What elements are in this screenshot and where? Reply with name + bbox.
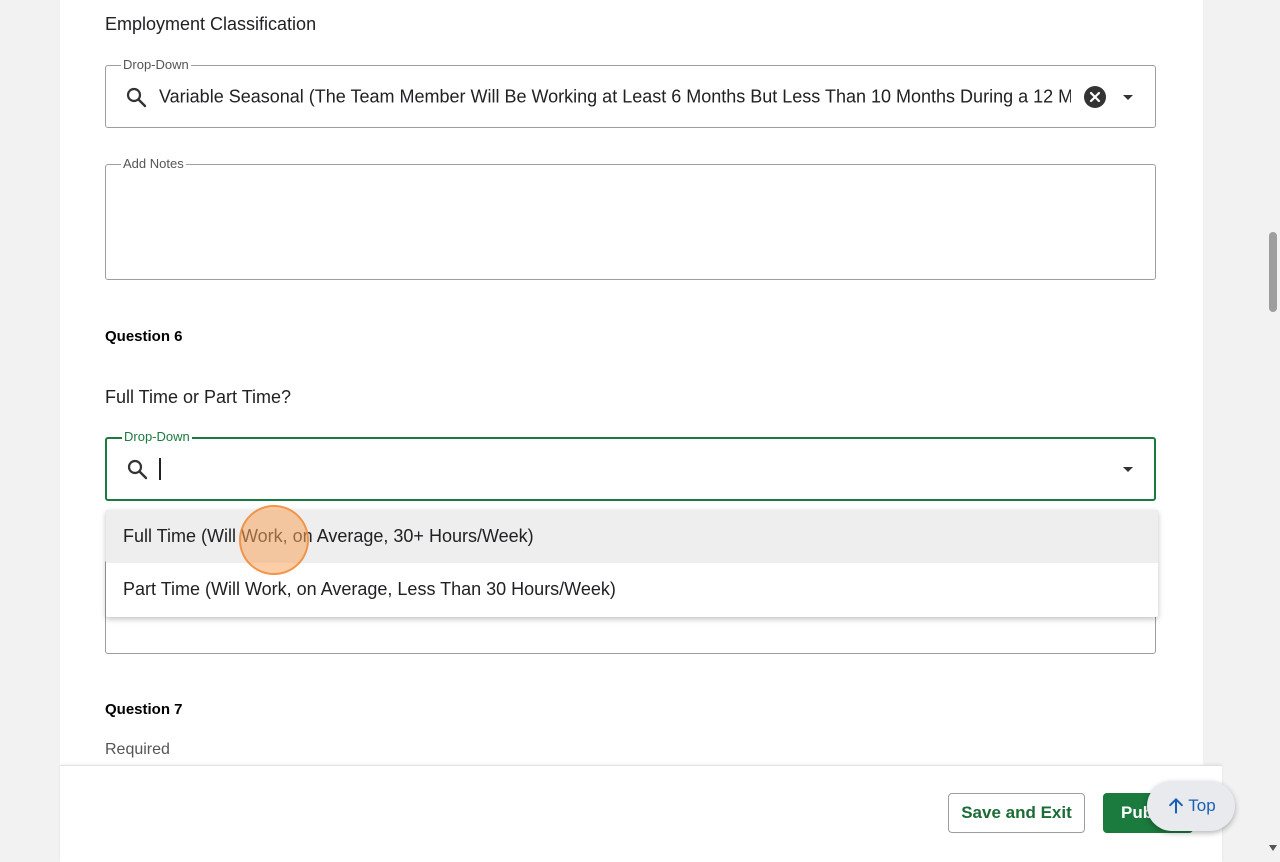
search-icon bbox=[127, 459, 148, 480]
arrow-up-icon bbox=[1169, 798, 1184, 814]
save-and-exit-button[interactable]: Save and Exit bbox=[948, 793, 1085, 833]
scroll-down-arrow-icon[interactable] bbox=[1268, 843, 1278, 853]
text-cursor bbox=[159, 458, 161, 480]
question-7-label: Question 7 bbox=[105, 701, 183, 718]
top-label: Top bbox=[1188, 796, 1216, 815]
dropdown-label: Drop-Down bbox=[122, 429, 192, 444]
page-scrollbar[interactable] bbox=[1266, 0, 1280, 861]
click-indicator bbox=[239, 505, 309, 575]
required-label: Required bbox=[105, 741, 170, 758]
question-6-label: Question 6 bbox=[105, 328, 183, 345]
chevron-down-icon[interactable] bbox=[1116, 457, 1140, 481]
dropdown-label: Drop-Down bbox=[121, 57, 191, 72]
employment-classification-title: Employment Classification bbox=[105, 14, 317, 34]
add-notes-label: Add Notes bbox=[121, 156, 186, 171]
footer-action-bar: Save and Exit Publish bbox=[60, 765, 1222, 862]
employment-classification-dropdown[interactable]: Drop-Down Variable Seasonal (The Team Me… bbox=[105, 58, 1156, 128]
clear-icon[interactable] bbox=[1083, 85, 1107, 109]
back-to-top-button[interactable]: Top bbox=[1147, 781, 1235, 831]
add-notes-textarea[interactable]: Add Notes bbox=[105, 157, 1156, 280]
search-icon bbox=[126, 87, 147, 107]
chevron-down-icon[interactable] bbox=[1116, 85, 1140, 109]
form-card bbox=[60, 0, 1203, 861]
full-or-part-time-title: Full Time or Part Time? bbox=[105, 387, 292, 407]
full-or-part-time-dropdown[interactable]: Drop-Down bbox=[105, 430, 1156, 501]
scrollbar-thumb[interactable] bbox=[1269, 232, 1277, 312]
dropdown-selected-value: Variable Seasonal (The Team Member Will … bbox=[159, 86, 1071, 106]
